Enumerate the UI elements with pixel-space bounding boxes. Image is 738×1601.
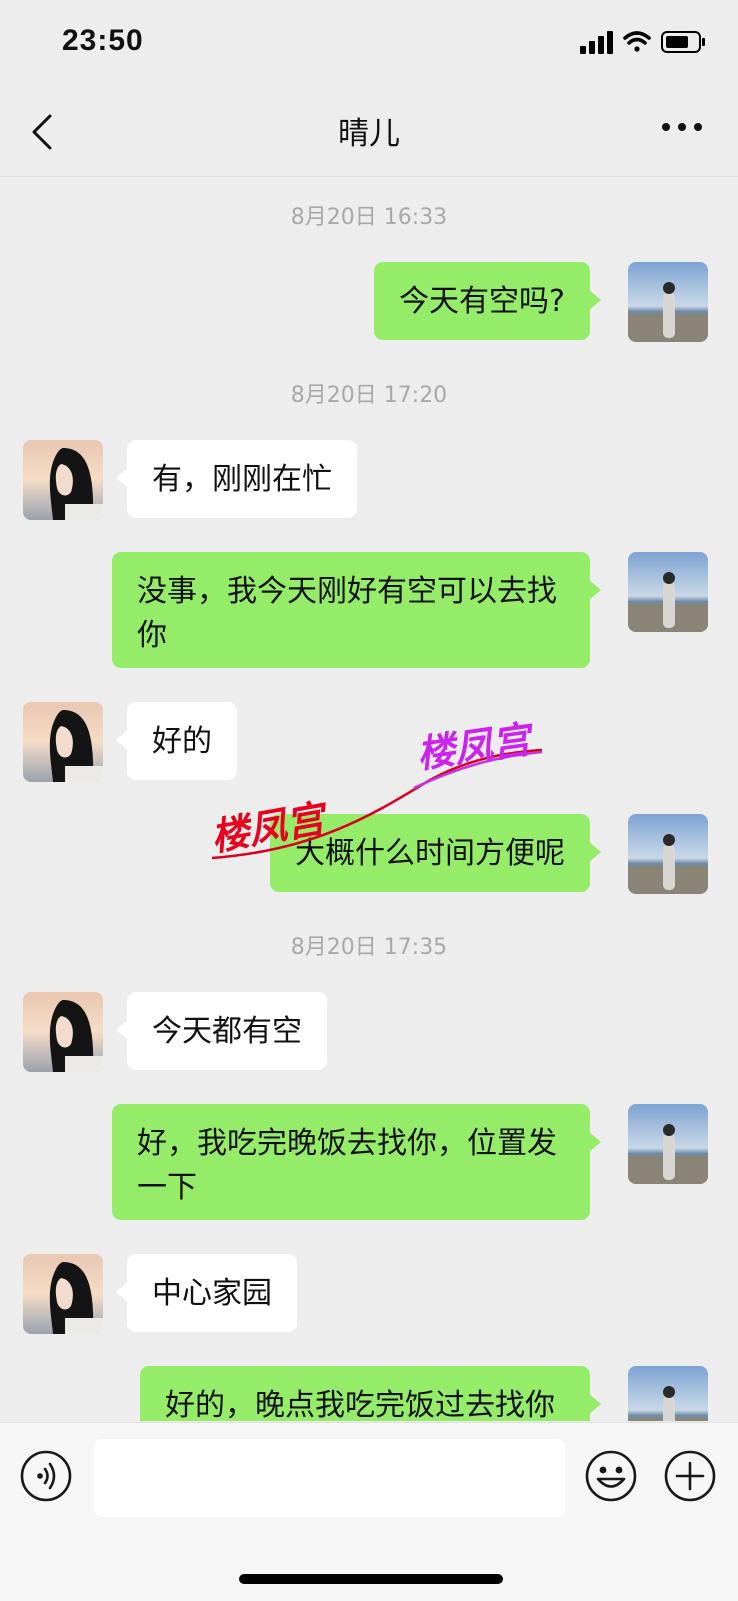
my-message-bubble[interactable]: 今天有空吗?	[374, 262, 601, 340]
message-timestamp: 8月20日 16:33	[290, 205, 448, 230]
my-message-bubble[interactable]: 没事，我今天刚好有空可以去找你	[112, 552, 601, 668]
message-timestamp: 8月20日 17:20	[290, 383, 448, 408]
my-avatar[interactable]	[628, 262, 708, 342]
my-avatar[interactable]	[628, 814, 708, 894]
chat-title: 晴儿	[338, 116, 400, 152]
more-dots-icon[interactable]	[658, 114, 708, 150]
my-avatar[interactable]	[628, 1366, 708, 1421]
wifi-icon	[623, 31, 651, 52]
my-avatar[interactable]	[628, 1104, 708, 1184]
status-bar: 23:50	[0, 0, 738, 88]
contact-message-bubble[interactable]: 中心家园	[116, 1254, 297, 1332]
contact-avatar[interactable]	[23, 1254, 103, 1334]
status-time: 23:50	[62, 24, 144, 57]
battery-icon	[661, 31, 705, 53]
plus-icon[interactable]	[664, 1450, 716, 1502]
nav-bar: 晴儿	[0, 88, 738, 177]
contact-message-bubble[interactable]: 今天都有空	[116, 992, 327, 1070]
status-icons	[580, 28, 710, 58]
contact-avatar[interactable]	[23, 702, 103, 782]
contact-message-bubble[interactable]: 有，刚刚在忙	[116, 440, 357, 518]
emoji-icon[interactable]	[585, 1450, 637, 1502]
contact-avatar[interactable]	[23, 440, 103, 520]
my-message-bubble[interactable]: 好的，晚点我吃完饭过去找你	[140, 1366, 601, 1421]
signal-icon	[580, 31, 613, 54]
voice-icon[interactable]	[20, 1450, 72, 1502]
message-input[interactable]	[94, 1439, 565, 1517]
my-avatar[interactable]	[628, 552, 708, 632]
contact-avatar[interactable]	[23, 992, 103, 1072]
home-indicator	[239, 1574, 503, 1584]
message-timestamp: 8月20日 17:35	[290, 935, 448, 960]
my-message-bubble[interactable]: 好，我吃完晚饭去找你，位置发一下	[112, 1104, 601, 1220]
